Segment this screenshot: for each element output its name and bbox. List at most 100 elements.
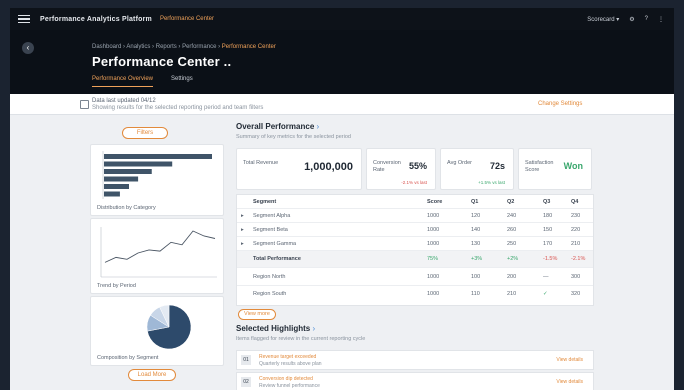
item-number: 02 <box>241 377 251 387</box>
table-row[interactable]: Region North 1000 100 200 — 300 <box>237 269 593 286</box>
bar <box>104 184 130 189</box>
pie-chart-caption: Composition by Segment <box>97 355 159 361</box>
column-header[interactable]: Q3 <box>543 199 550 205</box>
view-more-button[interactable]: View more <box>238 309 276 320</box>
breadcrumb-item[interactable]: Reports <box>156 44 177 50</box>
cell: 200 <box>507 274 517 280</box>
performance-table: Segment Score Q1 Q2 Q3 Q4 ▸ Segment Alph… <box>236 194 594 306</box>
breadcrumb-item[interactable]: Dashboard <box>92 44 121 50</box>
bar <box>104 154 212 159</box>
cell: -2.1% <box>571 256 586 262</box>
topbar-actions: Scorecard ▾ ⚙ ? ⋮ <box>587 16 664 23</box>
kpi-change: -2.1% vs last <box>401 180 427 185</box>
cell: 180 <box>543 213 553 219</box>
bar-chart-card: Distribution by Category <box>90 144 224 216</box>
item-action-link[interactable]: View details <box>556 357 583 363</box>
table-row[interactable]: Region South 1000 110 210 ✓ 320 <box>237 286 593 302</box>
help-icon[interactable]: ? <box>645 16 648 22</box>
info-line-1: Data last updated 04/12 <box>92 98 156 104</box>
tab-settings[interactable]: Settings <box>171 76 193 87</box>
cell: 140 <box>471 227 481 233</box>
kpi-card-revenue[interactable]: Total Revenue 1,000,000 <box>236 148 362 190</box>
kpi-card-avg-order[interactable]: Avg Order 72s +1.5% vs last <box>440 148 514 190</box>
cell: 230 <box>571 213 581 219</box>
app-brand[interactable]: Performance Analytics Platform <box>40 16 152 23</box>
cell: 210 <box>571 241 581 247</box>
list-item[interactable]: 02 Conversion dip detected Review funnel… <box>236 372 594 390</box>
more-menu-icon[interactable]: ⋮ <box>658 16 664 23</box>
overall-title-text: Overall Performance <box>236 122 315 131</box>
column-header[interactable]: Q4 <box>571 199 578 205</box>
back-arrow-icon[interactable]: ‹ <box>22 42 34 54</box>
cell: 150 <box>543 227 553 233</box>
line-chart-caption: Trend by Period <box>97 283 136 289</box>
top-navigation-bar: Performance Analytics Platform Performan… <box>10 8 674 30</box>
page-title: Performance Center .. <box>92 54 232 69</box>
info-line-2: Showing results for the selected reporti… <box>92 105 264 111</box>
check-icon: ✓ <box>543 291 548 297</box>
expand-icon[interactable]: ▸ <box>241 227 244 233</box>
kpi-label: Satisfaction Score <box>525 160 554 173</box>
hamburger-menu-icon[interactable] <box>18 15 30 23</box>
pie-chart <box>146 304 192 350</box>
column-header[interactable]: Segment <box>253 199 276 205</box>
item-title[interactable]: Revenue target exceeded <box>259 354 316 360</box>
breadcrumb-item[interactable]: Analytics <box>126 44 150 50</box>
kpi-card-conversion[interactable]: Conversion Rate 55% -2.1% vs last <box>366 148 436 190</box>
kpi-label: Conversion Rate <box>373 160 401 173</box>
kpi-change: +1.5% vs last <box>478 180 505 185</box>
table-row[interactable]: ▸ Segment Alpha 1000 120 240 180 230 <box>237 209 593 223</box>
kpi-value: 72s <box>489 161 505 171</box>
expand-icon[interactable]: ▸ <box>241 241 244 247</box>
table-header-row: Segment Score Q1 Q2 Q3 Q4 <box>237 195 593 209</box>
bar-chart-caption: Distribution by Category <box>97 205 156 211</box>
settings-icon[interactable]: ⚙ <box>629 16 634 23</box>
cell: 170 <box>543 241 553 247</box>
cell: 320 <box>571 291 581 297</box>
selected-section-title: Selected Highlights › <box>236 324 315 333</box>
scorecard-dropdown[interactable]: Scorecard ▾ <box>587 16 619 23</box>
cell: 75% <box>427 256 439 262</box>
tab-performance-overview[interactable]: Performance Overview <box>92 76 154 87</box>
item-number: 01 <box>241 355 251 365</box>
kpi-label: Avg Order <box>447 160 472 166</box>
cell: 1000 <box>427 291 440 297</box>
tab-bar: Performance Overview Settings <box>92 76 193 87</box>
item-title[interactable]: Conversion dip detected <box>259 376 313 382</box>
column-header[interactable]: Score <box>427 199 442 205</box>
bar <box>104 191 120 197</box>
cell: 220 <box>571 227 581 233</box>
info-banner: Data last updated 04/12 Showing results … <box>10 94 674 115</box>
breadcrumb-item[interactable]: Performance <box>182 44 216 50</box>
item-action-link[interactable]: View details <box>556 379 583 385</box>
line-series <box>104 230 216 263</box>
column-header[interactable]: Q2 <box>507 199 514 205</box>
cell: 210 <box>507 291 517 297</box>
change-settings-link[interactable]: Change Settings <box>538 101 582 107</box>
cell: 1000 <box>427 227 440 233</box>
column-header[interactable]: Q1 <box>471 199 478 205</box>
cell: Total Performance <box>253 256 301 262</box>
expand-icon[interactable]: ▸ <box>241 213 244 219</box>
overall-section-title: Overall Performance › <box>236 122 319 131</box>
table-row[interactable]: ▸ Segment Gamma 1000 130 250 170 210 <box>237 237 593 251</box>
kpi-card-satisfaction[interactable]: Satisfaction Score Won <box>518 148 592 190</box>
cell: 300 <box>571 274 581 280</box>
chevron-right-icon[interactable]: › <box>317 122 320 131</box>
chevron-right-icon[interactable]: › <box>312 324 315 333</box>
bar <box>104 176 139 182</box>
cell: 1000 <box>427 241 440 247</box>
line-chart <box>100 227 217 278</box>
calendar-icon <box>80 100 89 109</box>
table-row[interactable]: ▸ Segment Beta 1000 140 260 150 220 <box>237 223 593 237</box>
bar-chart <box>102 151 212 199</box>
line-chart-card: Trend by Period <box>90 218 224 294</box>
kpi-value: 55% <box>408 161 427 171</box>
cell: 260 <box>507 227 517 233</box>
item-detail: Quarterly results above plan <box>259 361 322 367</box>
list-item[interactable]: 01 Revenue target exceeded Quarterly res… <box>236 350 594 370</box>
filters-button[interactable]: Filters <box>122 127 168 139</box>
load-more-button[interactable]: Load More <box>128 369 176 381</box>
item-detail: Review funnel performance <box>259 383 320 389</box>
cell: — <box>543 274 549 280</box>
